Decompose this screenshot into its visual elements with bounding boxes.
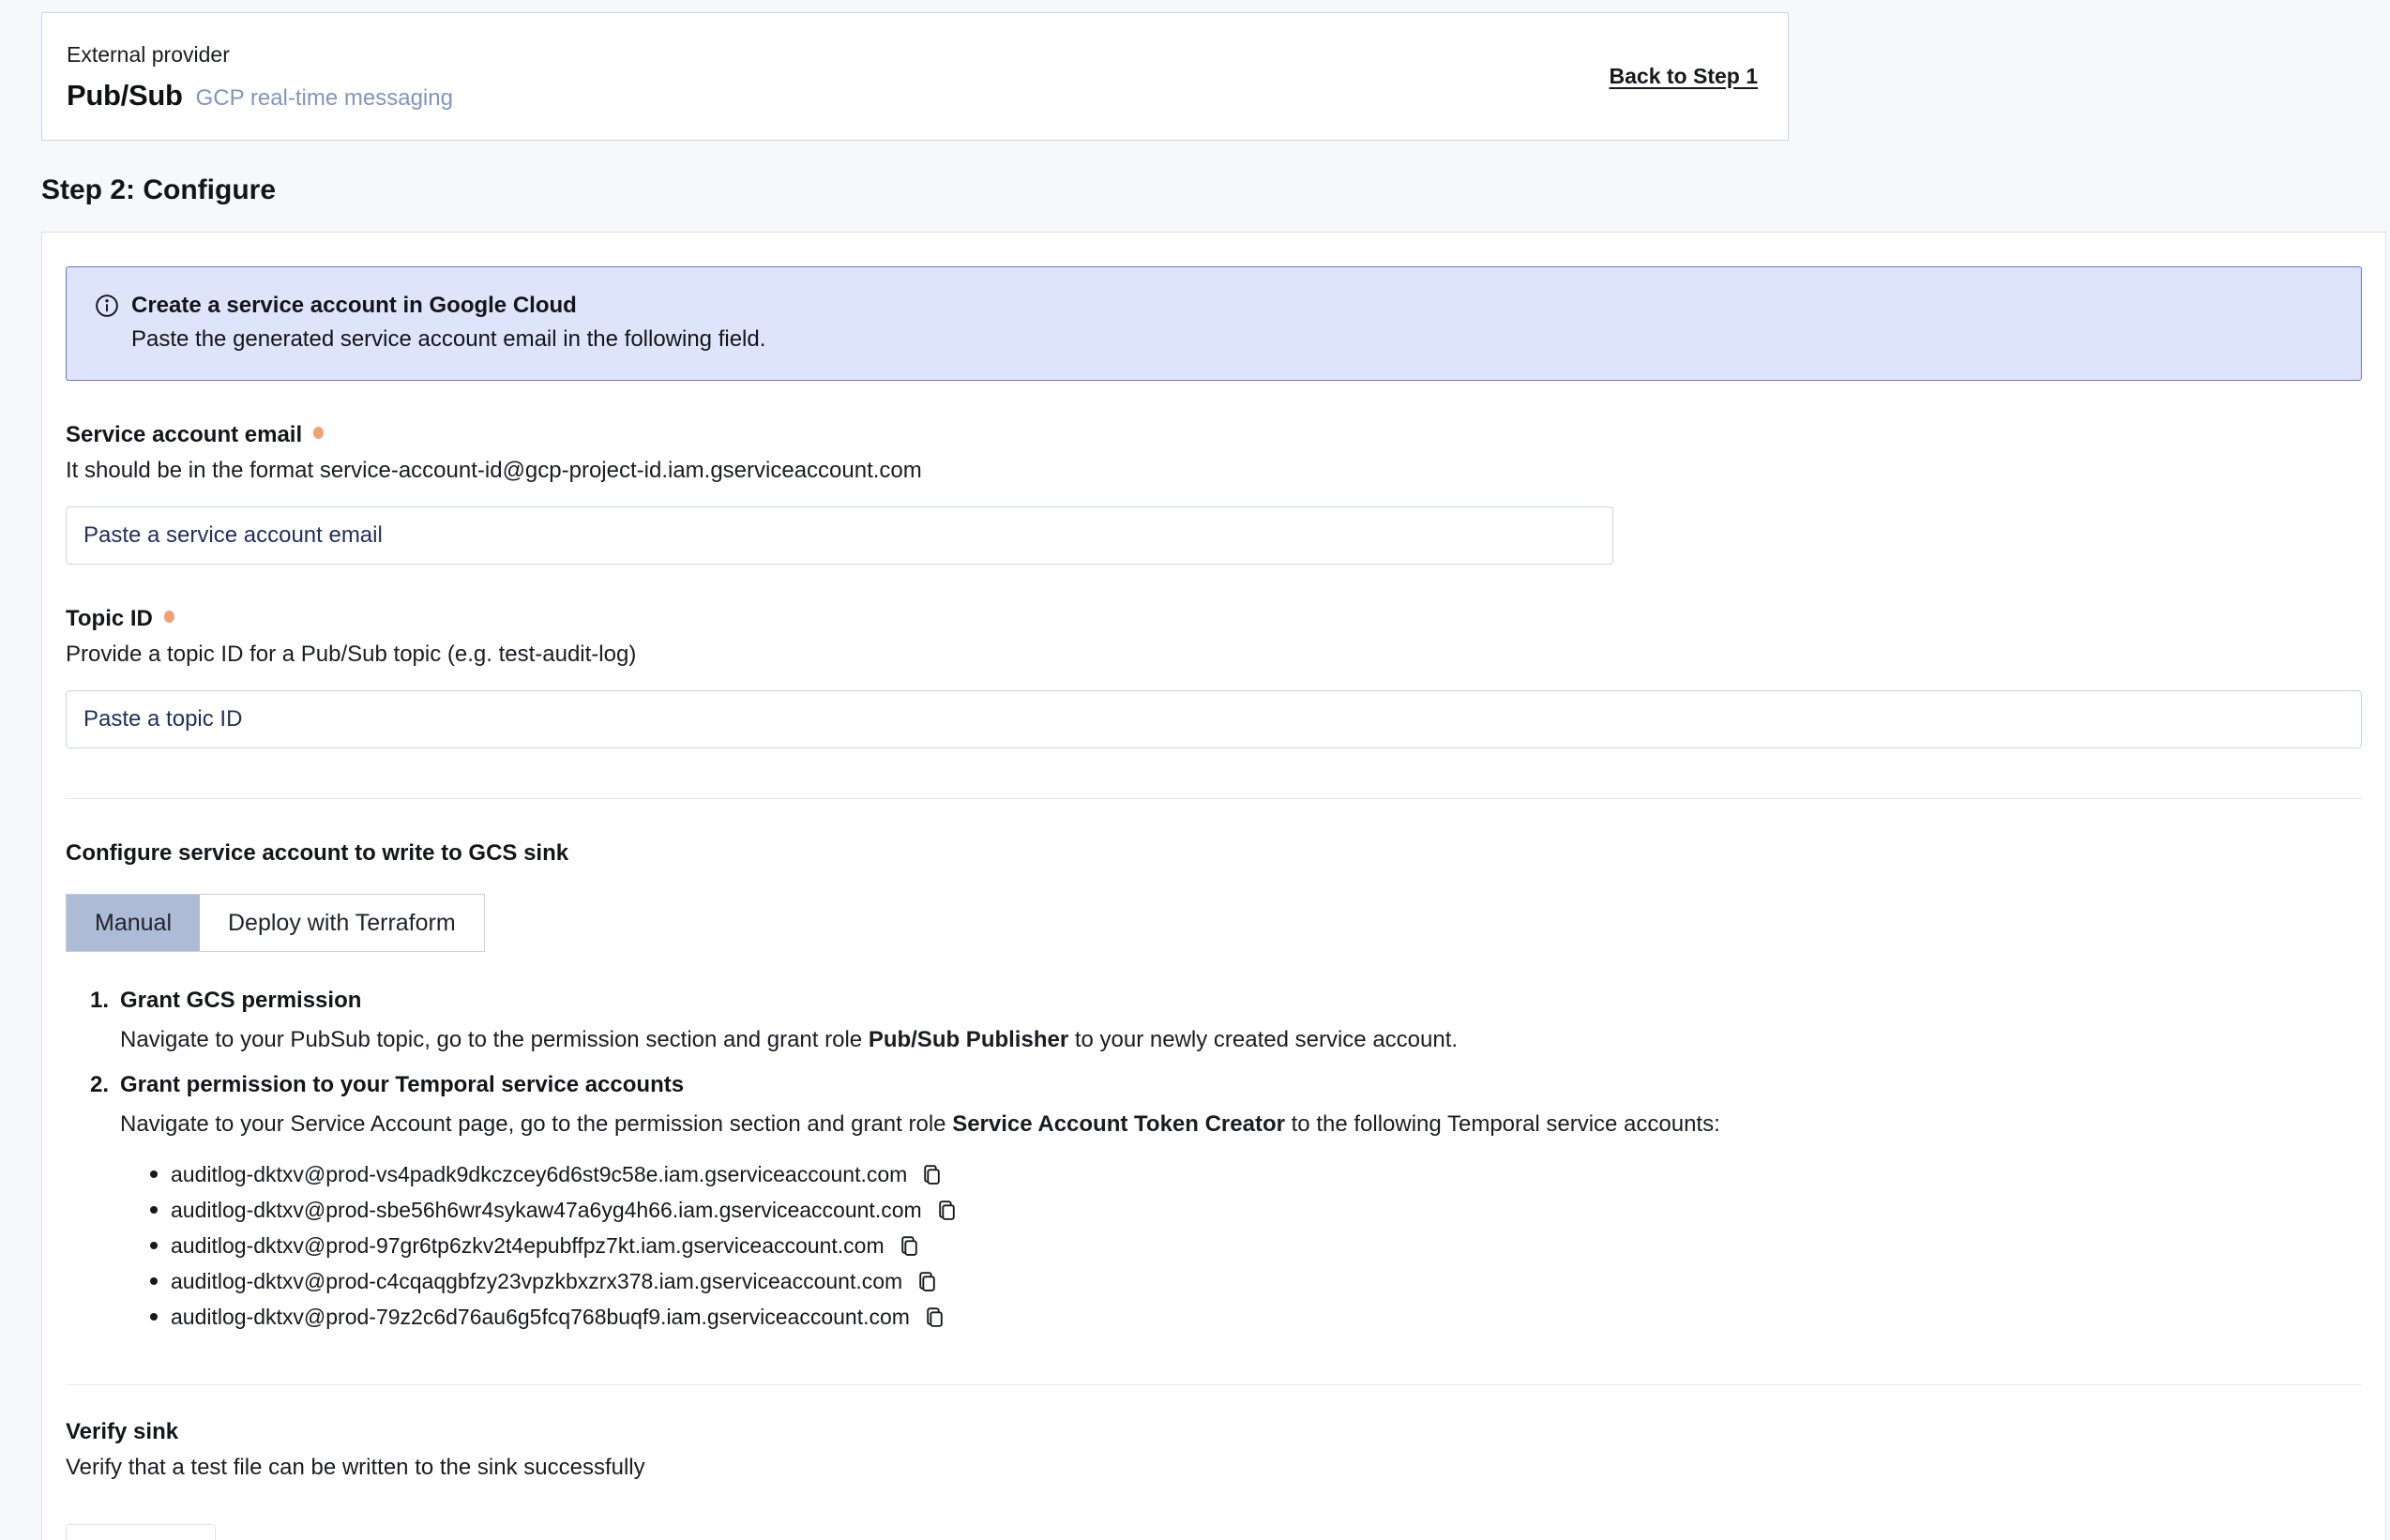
list-item: 1. Grant GCS permission [90,988,2362,1014]
list-item-title: Grant permission to your Temporal servic… [120,1072,684,1098]
service-account-email-hint: It should be in the format service-accou… [66,458,2362,484]
gcs-config-tabs: Manual Deploy with Terraform [66,894,485,952]
gcs-section-title: Configure service account to write to GC… [66,840,2362,867]
divider [66,1384,2362,1385]
role-name: Service Account Token Creator [952,1111,1285,1137]
tab-deploy-with-terraform[interactable]: Deploy with Terraform [200,895,484,951]
service-account-email: auditlog-dktxv@prod-c4cqaqgbfzy23vpzkbxz… [171,1269,902,1294]
required-dot-icon [313,427,324,439]
provider-label: External provider [67,42,453,68]
provider-name-row: Pub/Sub GCP real-time messaging [67,79,453,113]
body-text: Navigate to your Service Account page, g… [120,1111,952,1137]
divider [66,798,2362,799]
copy-icon[interactable] [933,1197,961,1224]
info-banner: Create a service account in Google Cloud… [66,266,2362,381]
service-account-email: auditlog-dktxv@prod-vs4padk9dkczcey6d6st… [171,1162,907,1187]
field-label-row: Topic ID [66,606,2362,632]
info-description: Paste the generated service account emai… [131,326,2333,353]
bullet-icon [150,1170,158,1178]
copy-icon[interactable] [918,1161,945,1188]
page-title: Step 2: Configure [41,174,2390,206]
back-to-step1-link[interactable]: Back to Step 1 [1610,64,1759,89]
configure-card: Create a service account in Google Cloud… [41,232,2386,1540]
list-item-body: Navigate to your PubSub topic, go to the… [120,1027,2362,1053]
list-item: 2. Grant permission to your Temporal ser… [90,1072,2362,1098]
topic-id-label: Topic ID [66,606,153,632]
service-accounts-list: auditlog-dktxv@prod-vs4padk9dkczcey6d6st… [150,1156,2362,1335]
verify-sink-title: Verify sink [66,1419,2362,1445]
service-account-email: auditlog-dktxv@prod-sbe56h6wr4sykaw47a6y… [171,1198,922,1223]
topic-id-hint: Provide a topic ID for a Pub/Sub topic (… [66,642,2362,668]
page: External provider Pub/Sub GCP real-time … [0,0,2390,1540]
service-account-email: auditlog-dktxv@prod-97gr6tp6zkv2t4epubff… [171,1233,885,1259]
copy-icon[interactable] [921,1304,948,1331]
field-label-row: Service account email [66,422,2362,448]
list-item: auditlog-dktxv@prod-79z2c6d76au6g5fcq768… [150,1299,2362,1335]
role-name: Pub/Sub Publisher [869,1027,1068,1052]
copy-icon[interactable] [914,1268,941,1295]
list-item: auditlog-dktxv@prod-sbe56h6wr4sykaw47a6y… [150,1192,2362,1228]
list-item-title: Grant GCS permission [120,988,361,1014]
manual-steps-list: 1. Grant GCS permission Navigate to your… [90,988,2362,1335]
body-text: Navigate to your PubSub topic, go to the… [120,1027,869,1052]
body-text: to your newly created service account. [1068,1027,1458,1052]
info-icon [95,294,119,318]
list-item-number: 2. [90,1072,120,1098]
service-account-email: auditlog-dktxv@prod-79z2c6d76au6g5fcq768… [171,1305,910,1330]
verify-button[interactable]: Verify [66,1524,216,1540]
info-title-row: Create a service account in Google Cloud [95,293,2333,319]
verify-sink-description: Verify that a test file can be written t… [66,1455,2362,1481]
body-text: to the following Temporal service accoun… [1285,1111,1720,1137]
service-account-email-label: Service account email [66,422,302,448]
provider-card: External provider Pub/Sub GCP real-time … [41,12,1789,141]
service-account-email-input[interactable] [66,506,1613,565]
list-item: auditlog-dktxv@prod-c4cqaqgbfzy23vpzkbxz… [150,1263,2362,1299]
provider-meta: External provider Pub/Sub GCP real-time … [67,40,453,113]
topic-id-field-block: Topic ID Provide a topic ID for a Pub/Su… [66,606,2362,748]
list-item-body: Navigate to your Service Account page, g… [120,1111,2362,1138]
bullet-icon [150,1242,158,1249]
list-item-number: 1. [90,988,120,1014]
bullet-icon [150,1313,158,1321]
provider-name: Pub/Sub [67,79,183,113]
bullet-icon [150,1206,158,1214]
info-title: Create a service account in Google Cloud [131,293,577,319]
provider-tagline: GCP real-time messaging [196,85,453,112]
tab-manual[interactable]: Manual [67,895,200,951]
required-dot-icon [164,611,174,623]
list-item: auditlog-dktxv@prod-97gr6tp6zkv2t4epubff… [150,1228,2362,1263]
list-item: auditlog-dktxv@prod-vs4padk9dkczcey6d6st… [150,1156,2362,1192]
copy-icon[interactable] [896,1232,923,1260]
topic-id-input[interactable] [66,690,2362,748]
service-account-email-field-block: Service account email It should be in th… [66,422,2362,565]
bullet-icon [150,1277,158,1285]
